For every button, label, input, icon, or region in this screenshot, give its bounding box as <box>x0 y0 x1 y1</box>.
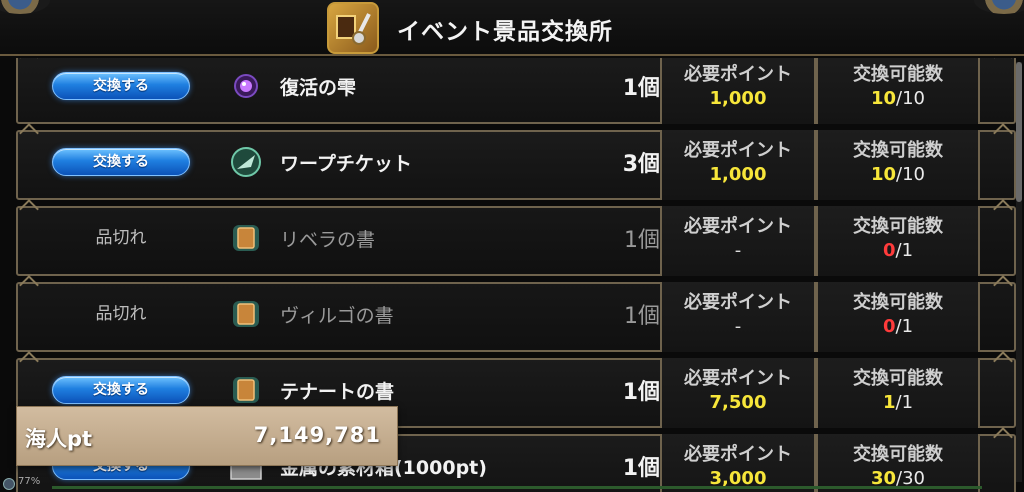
exchange-button[interactable]: 交換する <box>52 376 190 404</box>
required-points-box: 必要ポイント 3,000 <box>660 434 816 492</box>
list-item: 交換する ワープチケット 3個 必要ポイント 1,000 交換可能数 10/10 <box>16 130 1016 200</box>
exchange-count-box: 交換可能数 10/10 <box>816 130 980 200</box>
exchange-count-value: 0/1 <box>882 240 914 261</box>
purple-orb-icon <box>228 68 264 104</box>
exchange-count-label: 交換可能数 <box>853 64 943 85</box>
required-points-box: 必要ポイント - <box>660 206 816 276</box>
warp-ticket-icon <box>228 144 264 180</box>
exchange-count-label: 交換可能数 <box>853 292 943 313</box>
required-points-label: 必要ポイント <box>684 64 792 85</box>
required-points-box: 必要ポイント 1,000 <box>660 130 816 200</box>
item-quantity: 1個 <box>622 380 660 405</box>
exchange-count-box: 交換可能数 1/1 <box>816 358 980 428</box>
points-panel: 海人pt 7,149,781 <box>16 406 398 466</box>
item-quantity: 3個 <box>622 152 660 177</box>
available-count: 1 <box>882 392 896 413</box>
required-points-label: 必要ポイント <box>684 444 792 465</box>
list-item: 交換する 復活の雫 1個 必要ポイント 1,000 交換可能数 10/10 <box>16 58 1016 124</box>
exchange-count-box: 交換可能数 10/10 <box>816 58 980 124</box>
corner-ornament-right <box>974 0 1024 14</box>
header-bar: イベント景品交換所 <box>0 0 1024 56</box>
exchange-button[interactable]: 交換する <box>52 148 190 176</box>
exchange-count-value: 10/10 <box>870 88 926 109</box>
required-points-value: - <box>734 316 742 337</box>
list-item: 品切れ リベラの書 1個 必要ポイント - 交換可能数 0/1 <box>16 206 1016 276</box>
bottom-progress-bar <box>52 486 982 489</box>
item-name: ワープチケット <box>280 153 412 175</box>
available-count: 0 <box>882 316 896 337</box>
book-icon <box>228 296 264 332</box>
book-icon <box>228 372 264 408</box>
points-label: 海人pt <box>25 427 93 451</box>
required-points-label: 必要ポイント <box>684 368 792 389</box>
item-quantity: 1個 <box>624 228 660 253</box>
book-icon <box>228 220 264 256</box>
max-count: 10 <box>902 88 926 109</box>
item-name: 復活の雫 <box>280 77 357 99</box>
list-item: 品切れ ヴィルゴの書 1個 必要ポイント - 交換可能数 0/1 <box>16 282 1016 352</box>
required-points-value: 7,500 <box>709 392 767 413</box>
required-points-value: - <box>734 240 742 261</box>
required-points-value: 1,000 <box>709 164 767 185</box>
available-count: 0 <box>882 240 896 261</box>
max-count: 1 <box>901 240 914 261</box>
required-points-label: 必要ポイント <box>684 292 792 313</box>
sold-out-label: 品切れ <box>95 228 147 248</box>
exchange-count-box: 交換可能数 0/1 <box>816 282 980 352</box>
exchange-count-value: 0/1 <box>882 316 914 337</box>
zoom-icon <box>3 478 15 490</box>
scrollbar[interactable] <box>1016 62 1022 482</box>
page-title: イベント景品交換所 <box>397 19 613 45</box>
item-name: ヴィルゴの書 <box>280 305 394 327</box>
required-points-label: 必要ポイント <box>684 140 792 161</box>
item-quantity: 1個 <box>622 456 660 481</box>
zoom-indicator: 77% <box>0 476 52 492</box>
exchange-button[interactable]: 交換する <box>52 72 190 100</box>
max-count: 1 <box>901 392 914 413</box>
required-points-box: 必要ポイント - <box>660 282 816 352</box>
zoom-value: 77% <box>18 476 41 487</box>
exchange-count-value: 1/1 <box>882 392 914 413</box>
exchange-count-box: 交換可能数 30/30 <box>816 434 980 492</box>
max-count: 1 <box>901 316 914 337</box>
required-points-value: 1,000 <box>709 88 767 109</box>
required-points-label: 必要ポイント <box>684 216 792 237</box>
points-value: 7,149,781 <box>253 423 381 447</box>
required-points-box: 必要ポイント 7,500 <box>660 358 816 428</box>
exchange-count-label: 交換可能数 <box>853 368 943 389</box>
available-count: 10 <box>870 164 897 185</box>
exchange-count-label: 交換可能数 <box>853 444 943 465</box>
scrollbar-thumb[interactable] <box>1016 62 1022 202</box>
item-quantity: 1個 <box>622 76 660 101</box>
max-count: 10 <box>902 164 926 185</box>
item-quantity: 1個 <box>624 304 660 329</box>
item-name: テナートの書 <box>280 381 395 403</box>
exchange-count-label: 交換可能数 <box>853 216 943 237</box>
sold-out-label: 品切れ <box>95 304 147 324</box>
exchange-count-value: 10/10 <box>870 164 926 185</box>
item-name: リベラの書 <box>280 229 376 251</box>
corner-ornament-left <box>0 0 50 14</box>
exchange-count-box: 交換可能数 0/1 <box>816 206 980 276</box>
exchange-shop-icon <box>327 2 379 54</box>
exchange-count-label: 交換可能数 <box>853 140 943 161</box>
available-count: 10 <box>870 88 897 109</box>
required-points-box: 必要ポイント 1,000 <box>660 58 816 124</box>
